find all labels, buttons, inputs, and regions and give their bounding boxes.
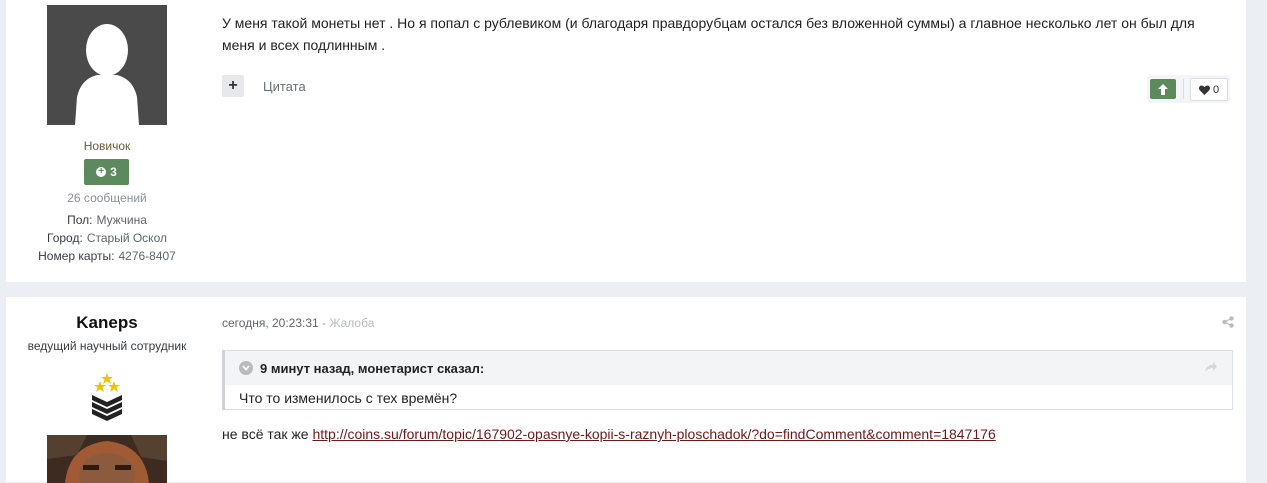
quote-body: Что то изменилось с тех времён? xyxy=(239,390,458,406)
post-text: не всё так же xyxy=(222,426,309,442)
field-label: Город: xyxy=(47,231,83,245)
user-title: ведущий научный сотрудник xyxy=(27,339,187,353)
user-photo xyxy=(47,435,167,483)
username[interactable]: Kaneps xyxy=(6,313,208,333)
plus-icon: + xyxy=(228,77,238,94)
reputation-value: 3 xyxy=(110,165,117,179)
post-content: не всё так же http://coins.su/forum/topi… xyxy=(222,426,996,442)
avatar[interactable] xyxy=(47,435,167,483)
rank-insignia-icon xyxy=(92,373,122,421)
multiquote-button[interactable]: + xyxy=(222,75,244,97)
quote-header[interactable]: 9 минут назад, монетарист сказал: xyxy=(225,351,1232,385)
post-content: У меня такой монеты нет . Но я попал с р… xyxy=(222,15,1195,53)
field-value: Старый Оскол xyxy=(86,231,167,245)
chevron-down-icon[interactable] xyxy=(239,361,253,375)
reaction-count-value: 0 xyxy=(1212,83,1220,96)
topic-link[interactable]: http://coins.su/forum/topic/167902-opasn… xyxy=(312,426,995,442)
report-link[interactable]: Жалоба xyxy=(329,316,374,330)
default-avatar-icon xyxy=(47,5,167,125)
meta-separator: - xyxy=(322,316,327,330)
reactions-bar: 0 xyxy=(1147,75,1230,103)
quote-button[interactable]: Цитата xyxy=(263,79,306,94)
plus-circle-icon: + xyxy=(96,167,107,177)
message-count: 26 сообщений xyxy=(67,191,147,205)
field-value: 4276-8407 xyxy=(118,249,176,263)
upvote-button[interactable] xyxy=(1150,79,1176,99)
field-label: Пол: xyxy=(67,213,93,227)
heart-icon xyxy=(1198,84,1210,95)
reaction-count[interactable]: 0 xyxy=(1190,78,1228,101)
field-label: Номер карты: xyxy=(38,249,115,263)
divider xyxy=(1183,79,1184,99)
field-value: Мужчина xyxy=(96,213,147,227)
post-date[interactable]: сегодня, 20:23:31 xyxy=(222,316,319,330)
share-icon[interactable] xyxy=(1222,316,1234,328)
post-meta: сегодня, 20:23:31 - Жалоба xyxy=(222,316,374,330)
post-1: Новичок + 3 26 сообщений Пол: Мужчина Гор… xyxy=(6,0,1246,282)
arrow-up-icon xyxy=(1158,83,1168,95)
reputation-badge[interactable]: + 3 xyxy=(84,159,129,185)
quote-citation: 9 минут назад, монетарист сказал: xyxy=(260,360,485,376)
profile-field-card: Номер карты: 4276-8407 xyxy=(6,249,208,263)
profile-field-city: Город: Старый Оскол xyxy=(6,231,208,245)
post-2: Kaneps ведущий научный сотрудник сегодня… xyxy=(6,297,1246,483)
quote-arrow-icon[interactable] xyxy=(1204,361,1218,373)
quote-block: 9 минут назад, монетарист сказал: Что то… xyxy=(222,350,1233,410)
profile-field-gender: Пол: Мужчина xyxy=(6,213,208,227)
user-rank: Новичок xyxy=(83,139,131,153)
avatar[interactable] xyxy=(47,5,167,125)
